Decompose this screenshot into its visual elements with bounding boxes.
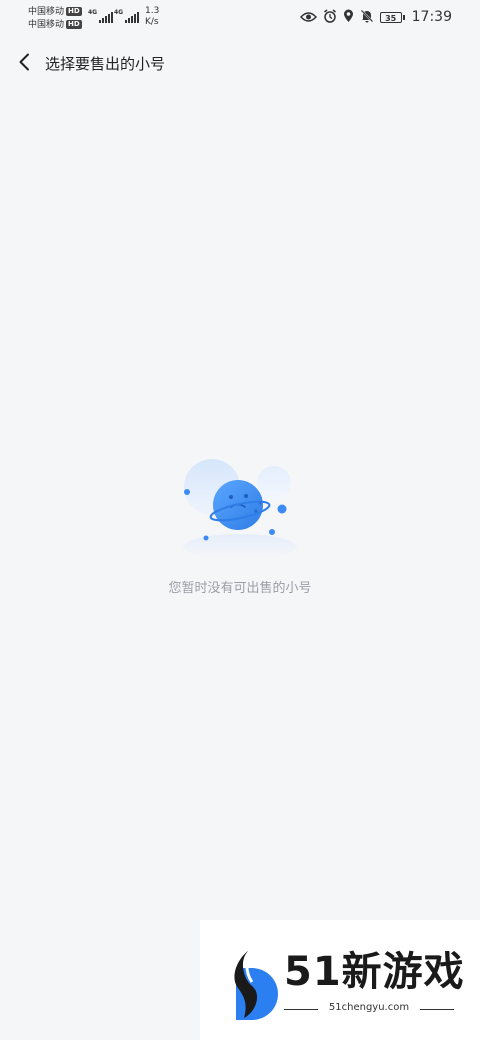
empty-message: 您暂时没有可出售的小号 [168, 581, 312, 596]
mute-icon [360, 8, 374, 27]
carrier-label-2: 中国移动 [28, 19, 65, 30]
status-time: 17:39 [411, 9, 452, 25]
battery-icon: 35 [379, 11, 405, 23]
eye-icon [299, 8, 317, 27]
carrier-info: 中国移动 HD 中国移动 HD [28, 5, 82, 31]
hd-badge-2: HD [66, 20, 82, 29]
alarm-icon [323, 8, 337, 27]
status-bar: 中国移动 HD 中国移动 HD 4G 4G 1.3 K/s 35 17:39 [0, 0, 480, 36]
watermark: 51新游戏 51chengyu.com [200, 920, 480, 1040]
planet-illustration [180, 455, 300, 560]
signal-icon-2: 4G [114, 9, 140, 23]
speed-value: 1.3 [145, 6, 160, 16]
top-bar: 选择要售出的小号 [0, 44, 480, 84]
status-icons: 35 17:39 [299, 8, 452, 27]
watermark-url: 51chengyu.com [328, 1002, 410, 1013]
network-type-1: 4G [88, 9, 98, 16]
watermark-brand: 51新游戏 [284, 949, 465, 995]
hd-badge-1: HD [66, 7, 82, 16]
back-button[interactable] [10, 50, 38, 78]
watermark-line-right [420, 1009, 454, 1010]
brand-logo-icon [222, 942, 282, 1022]
chevron-left-icon [17, 53, 31, 75]
speed-unit: K/s [145, 17, 159, 27]
location-icon [343, 8, 354, 27]
network-type-2: 4G [114, 9, 124, 16]
signal-icon-1: 4G [88, 9, 114, 23]
page-title: 选择要售出的小号 [45, 55, 166, 73]
carrier-label-1: 中国移动 [28, 6, 65, 17]
network-speed: 1.3 K/s [145, 6, 159, 28]
